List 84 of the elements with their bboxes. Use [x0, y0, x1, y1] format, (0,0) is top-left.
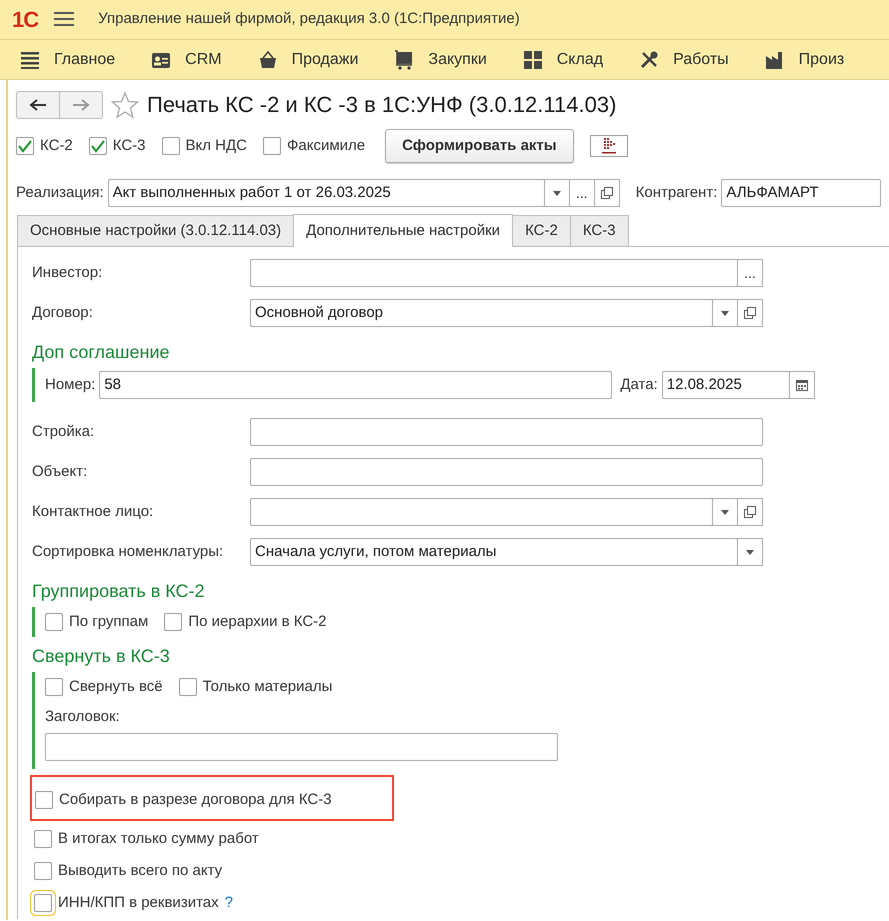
- calendar-icon: [796, 379, 808, 391]
- field-label: Контактное лицо:: [32, 502, 154, 522]
- list-icon: [20, 50, 40, 70]
- input-field[interactable]: Сначала услуги, потом материалы: [250, 538, 738, 566]
- checkbox[interactable]: По иерархии в КС-2: [164, 610, 327, 634]
- section-tab[interactable]: Работы: [639, 48, 729, 72]
- input-field[interactable]: [250, 259, 738, 287]
- input-field[interactable]: Акт выполненных работ 1 от 26.03.2025: [108, 179, 545, 207]
- input-field[interactable]: [250, 458, 763, 486]
- open-window-icon: [600, 187, 613, 199]
- checkmark-icon: [18, 139, 32, 153]
- app-logo: 1С: [12, 6, 38, 34]
- calendar-button[interactable]: [788, 371, 815, 399]
- field-label: Заголовок:: [45, 707, 121, 727]
- star-icon[interactable]: [111, 90, 139, 118]
- tab[interactable]: Дополнительные настройки: [293, 214, 514, 247]
- cart-icon: [394, 50, 414, 70]
- dropdown-button[interactable]: [712, 498, 738, 526]
- open-button[interactable]: [737, 299, 763, 327]
- select-button[interactable]: ...: [737, 259, 763, 287]
- logo-icon: [590, 135, 628, 157]
- checkbox[interactable]: КС-2: [16, 134, 73, 158]
- field-label: Реализация:: [16, 182, 104, 203]
- generate-button[interactable]: Сформировать акты: [385, 129, 574, 163]
- section-heading: Группировать в КС-2: [32, 580, 206, 603]
- tools-icon: [639, 50, 660, 70]
- section-tab[interactable]: Произ: [764, 48, 844, 72]
- dropdown-button[interactable]: [737, 538, 763, 566]
- tab[interactable]: КС-2: [512, 215, 571, 246]
- input-field[interactable]: [250, 418, 763, 446]
- checkbox[interactable]: Только материалы: [178, 676, 332, 698]
- caret-down-icon: [721, 510, 729, 514]
- caret-down-icon: [721, 310, 729, 316]
- field-label: Объект:: [32, 462, 88, 482]
- checkbox[interactable]: Вкл НДС: [162, 134, 247, 158]
- input-field[interactable]: АЛЬФАМАРТ: [721, 179, 882, 207]
- section-tab[interactable]: Закупки: [394, 48, 487, 72]
- open-button[interactable]: [594, 179, 620, 207]
- checkbox[interactable]: ИНН/КПП в реквизитах: [34, 892, 219, 914]
- checkbox[interactable]: Собирать в разрезе договора для КС-3: [35, 788, 332, 811]
- checkbox[interactable]: Факсимиле: [262, 134, 366, 158]
- caret-down-icon: [746, 550, 754, 554]
- section-heading: Свернуть в КС-3: [32, 645, 171, 668]
- form-title: Печать КС -2 и КС -3 в 1С:УНФ (3.0.12.114.03): [147, 91, 616, 119]
- field-label: Дата:: [620, 374, 658, 395]
- open-window-icon: [744, 506, 756, 518]
- input-field[interactable]: 12.08.2025: [662, 371, 790, 399]
- help-link[interactable]: ?: [224, 892, 233, 914]
- dropdown-button[interactable]: [712, 299, 738, 327]
- input-field[interactable]: Основной договор: [250, 299, 713, 327]
- section-tab[interactable]: Склад: [522, 48, 604, 72]
- checkbox[interactable]: КС-3: [88, 134, 146, 158]
- section-tab[interactable]: Продажи: [258, 48, 358, 72]
- tab[interactable]: КС-3: [570, 215, 629, 246]
- tab[interactable]: Основные настройки (3.0.12.114.03): [17, 215, 294, 246]
- checkbox[interactable]: Свернуть всё: [45, 676, 163, 698]
- arrow-right-icon: [72, 98, 90, 110]
- window-title: Управление нашей фирмой, редакция 3.0 (1С:Предприятие): [98, 9, 520, 30]
- field-label: Стройка:: [32, 422, 96, 442]
- field-label: Номер:: [45, 374, 96, 395]
- dropdown-button[interactable]: [544, 179, 570, 207]
- grid-icon: [522, 50, 543, 70]
- section-tab[interactable]: Главное: [20, 48, 116, 72]
- checkbox[interactable]: Выводить всего по акту: [34, 860, 222, 882]
- input-field[interactable]: [250, 498, 713, 526]
- field-label: Инвестор:: [32, 262, 104, 283]
- input-field[interactable]: 58: [99, 371, 612, 399]
- checkbox[interactable]: По группам: [45, 610, 148, 634]
- input-field[interactable]: [45, 732, 558, 760]
- section-tab[interactable]: CRM: [151, 48, 222, 72]
- section-heading: Доп соглашение: [32, 341, 171, 364]
- open-window-icon: [744, 307, 756, 319]
- checkmark-icon: [90, 139, 105, 153]
- field-label: Договор:: [32, 302, 94, 323]
- checkbox[interactable]: В итогах только сумму работ: [34, 828, 259, 850]
- select-button[interactable]: ...: [568, 179, 595, 207]
- basket-icon: [258, 50, 278, 70]
- field-label: Сортировка номенклатуры:: [32, 542, 224, 562]
- factory-icon: [764, 50, 785, 70]
- arrow-left-icon: [29, 98, 47, 110]
- caret-down-icon: [552, 190, 561, 196]
- open-button[interactable]: [737, 498, 763, 526]
- field-label: Контрагент:: [636, 182, 718, 203]
- back-button[interactable]: [16, 90, 60, 118]
